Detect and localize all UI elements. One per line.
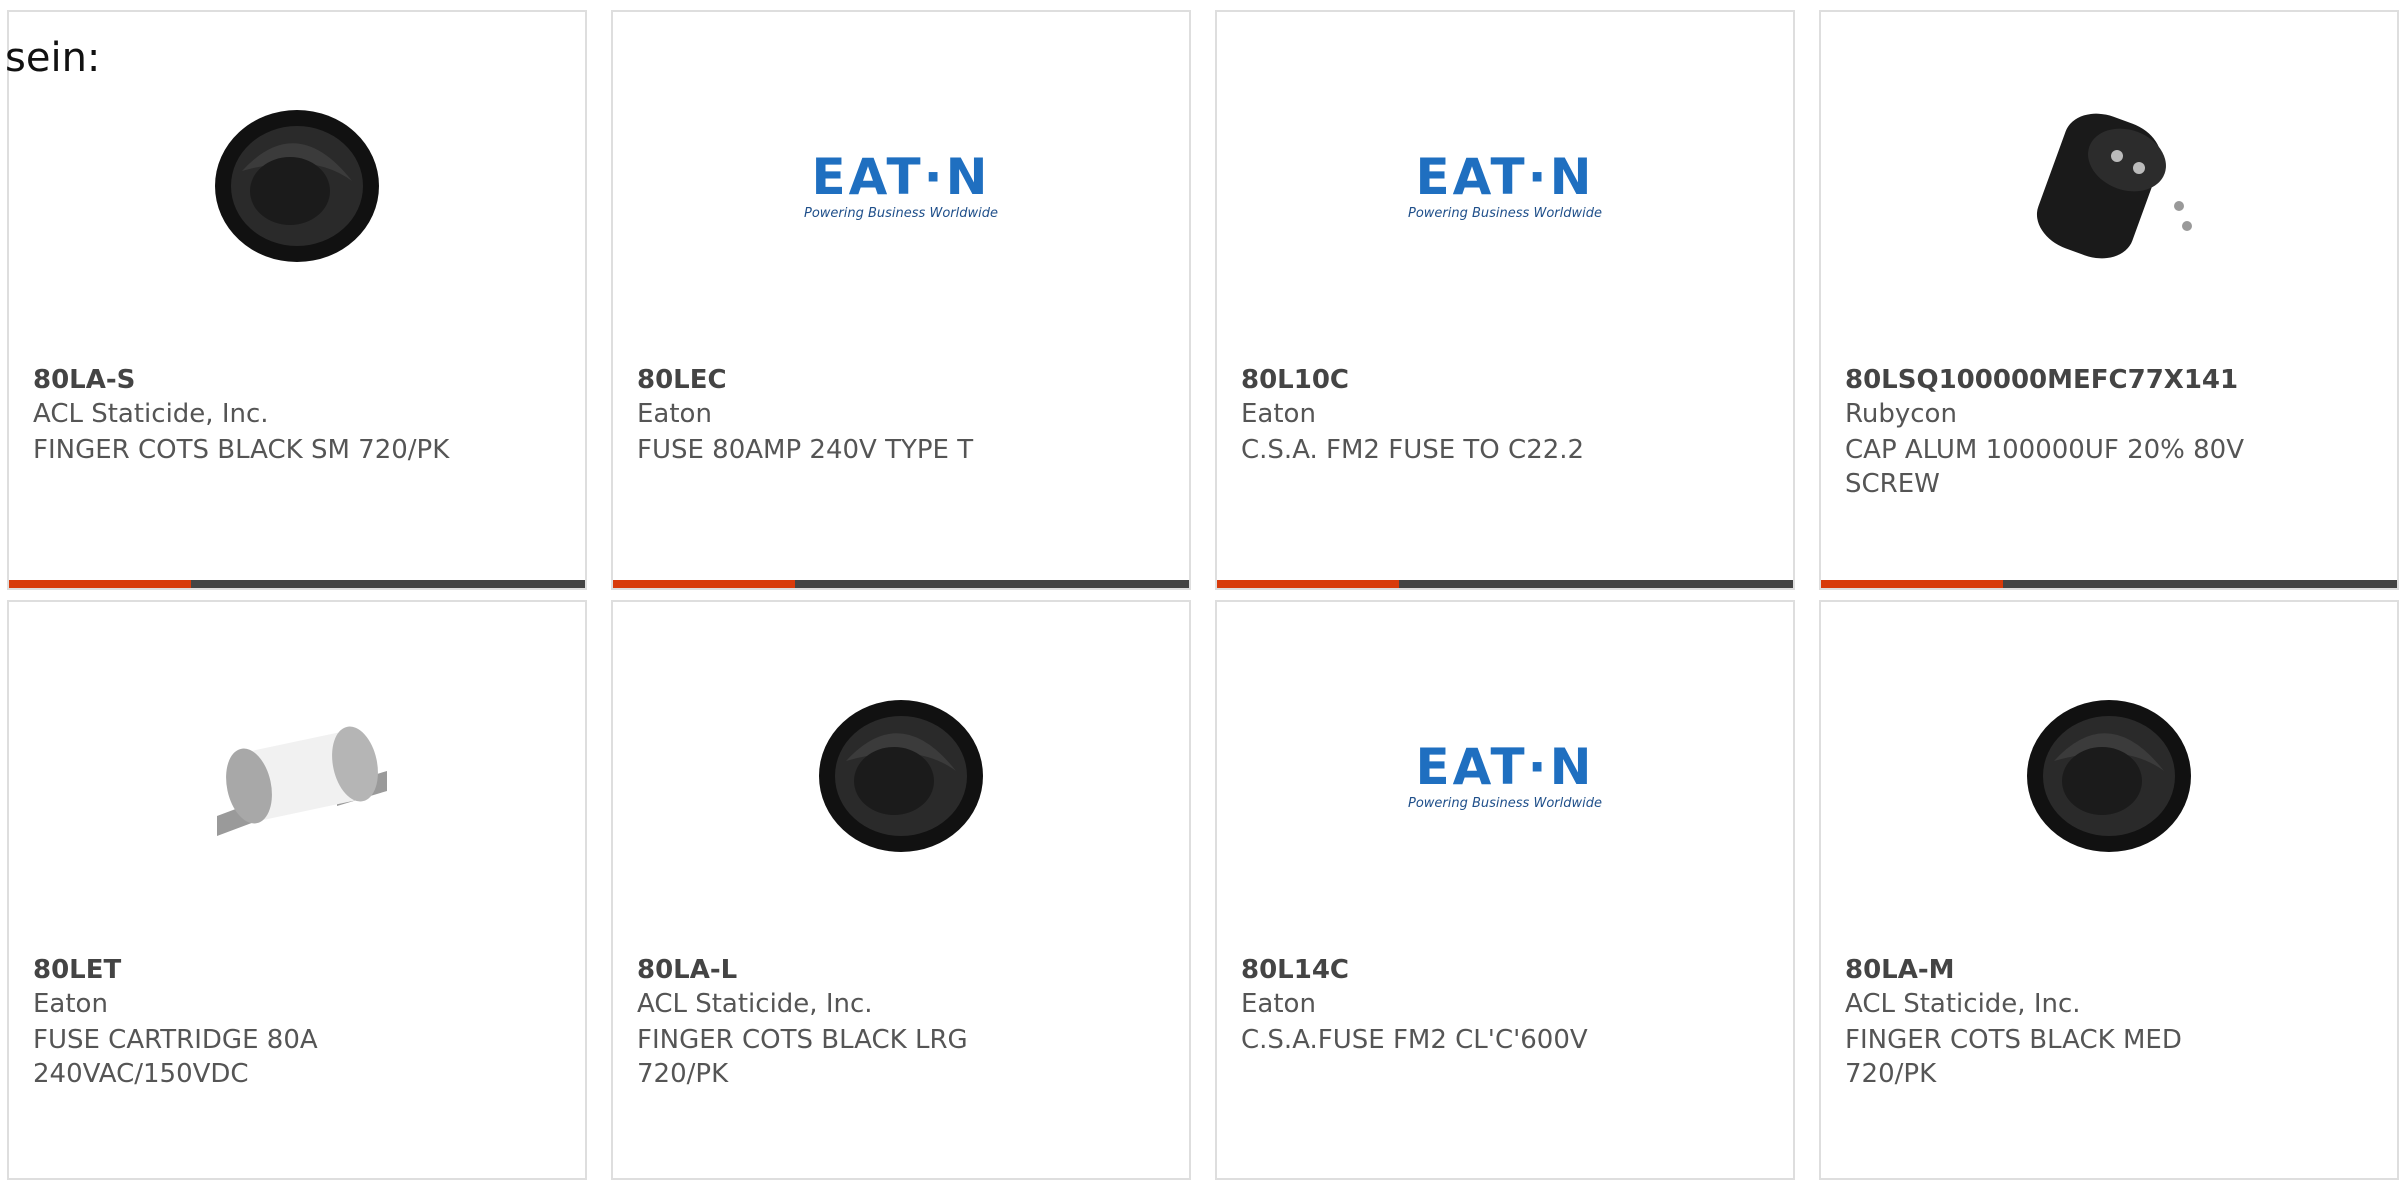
logo-word: EAT·N [1415,147,1595,206]
description: C.S.A. FM2 FUSE TO C22.2 [1241,435,1585,465]
capacitor-icon [2009,86,2209,286]
manufacturer: Eaton [1241,399,1316,429]
product-card[interactable]: 80LSQ100000MEFC77X141 Rubycon CAP ALUM 1… [1819,10,2399,590]
finger-cot-icon [197,86,397,286]
fuse-cartridge-icon [197,676,397,876]
description: FINGER COTS BLACK LRG 720/PK [637,1025,968,1089]
manufacturer: ACL Staticide, Inc. [637,989,873,1019]
card-bottom-bar [1821,580,2397,588]
description: C.S.A.FUSE FM2 CL'C'600V [1241,1025,1588,1055]
description: FINGER COTS BLACK MED 720/PK [1845,1025,2182,1089]
eaton-logo: EAT·N Powering Business Worldwide [1405,676,1605,876]
product-card[interactable]: 80LET Eaton FUSE CARTRIDGE 80A 240VAC/15… [7,600,587,1180]
manufacturer: ACL Staticide, Inc. [1845,989,2081,1019]
description: FINGER COTS BLACK SM 720/PK [33,435,450,465]
logo-tagline: Powering Business Worldwide [1408,205,1602,221]
page-heading: sein: [5,35,101,81]
description: FUSE CARTRIDGE 80A 240VAC/150VDC [33,1025,318,1089]
manufacturer: Eaton [1241,989,1316,1019]
eaton-logo: EAT·N Powering Business Worldwide [1405,86,1605,286]
product-card[interactable]: 80LA-L ACL Staticide, Inc. FINGER COTS B… [611,600,1191,1180]
card-bottom-bar [9,580,585,588]
part-number[interactable]: 80LA-M [1845,955,1955,985]
finger-cot-icon [2009,676,2209,876]
part-number[interactable]: 80LSQ100000MEFC77X141 [1845,365,2238,395]
card-bottom-bar [613,580,1189,588]
finger-cot-icon [801,676,1001,876]
part-number[interactable]: 80L14C [1241,955,1349,985]
manufacturer: Eaton [33,989,108,1019]
card-bottom-bar [1217,580,1793,588]
description: FUSE 80AMP 240V TYPE T [637,435,974,465]
logo-word: EAT·N [811,147,991,206]
product-card[interactable]: 80LA-M ACL Staticide, Inc. FINGER COTS B… [1819,600,2399,1180]
manufacturer: ACL Staticide, Inc. [33,399,269,429]
part-number[interactable]: 80LA-L [637,955,737,985]
manufacturer: Rubycon [1845,399,1957,429]
product-card[interactable]: EAT·N Powering Business Worldwide 80L14C… [1215,600,1795,1180]
part-number[interactable]: 80LA-S [33,365,135,395]
logo-word: EAT·N [1415,737,1595,796]
manufacturer: Eaton [637,399,712,429]
eaton-logo: EAT·N Powering Business Worldwide [801,86,1001,286]
product-card[interactable]: EAT·N Powering Business Worldwide 80L10C… [1215,10,1795,590]
part-number[interactable]: 80L10C [1241,365,1349,395]
description: CAP ALUM 100000UF 20% 80V SCREW [1845,435,2245,499]
logo-tagline: Powering Business Worldwide [1408,795,1602,811]
part-number[interactable]: 80LEC [637,365,727,395]
product-card[interactable]: EAT·N Powering Business Worldwide 80LEC … [611,10,1191,590]
part-number[interactable]: 80LET [33,955,121,985]
product-grid: 80LA-S ACL Staticide, Inc. FINGER COTS B… [0,0,2400,1180]
logo-tagline: Powering Business Worldwide [804,205,998,221]
product-card[interactable]: 80LA-S ACL Staticide, Inc. FINGER COTS B… [7,10,587,590]
